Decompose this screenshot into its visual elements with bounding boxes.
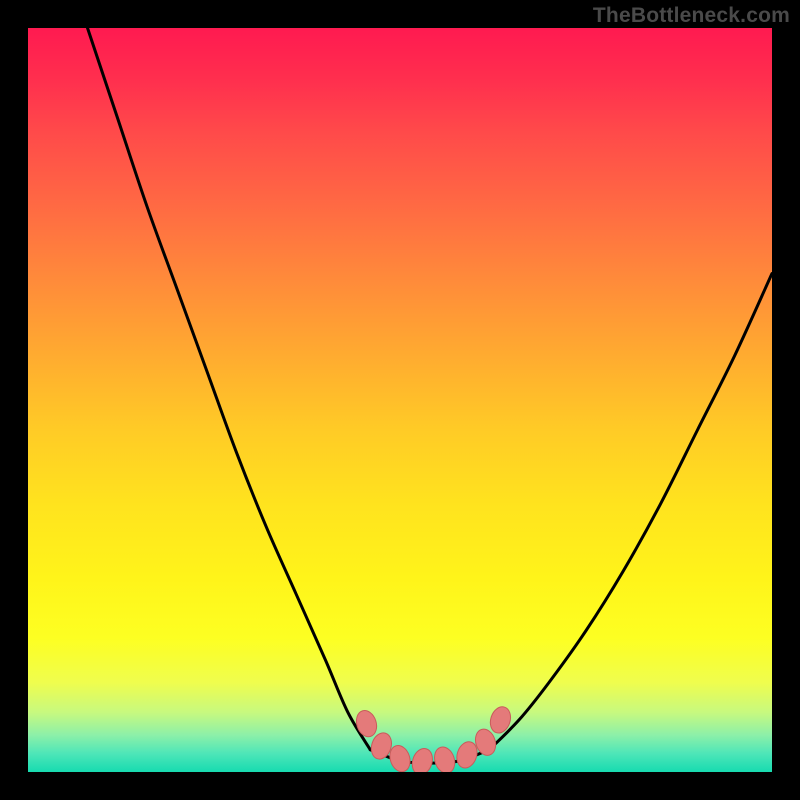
outer-frame: TheBottleneck.com bbox=[0, 0, 800, 800]
watermark-brand: TheBottleneck.com bbox=[593, 4, 790, 28]
bottleneck-curve-svg bbox=[28, 28, 772, 772]
valley-marker bbox=[431, 744, 458, 772]
valley-marker bbox=[353, 708, 380, 739]
curve-left-branch bbox=[88, 28, 371, 750]
curve-right-branch bbox=[489, 274, 772, 750]
valley-marker bbox=[409, 746, 436, 772]
plot-area bbox=[28, 28, 772, 772]
